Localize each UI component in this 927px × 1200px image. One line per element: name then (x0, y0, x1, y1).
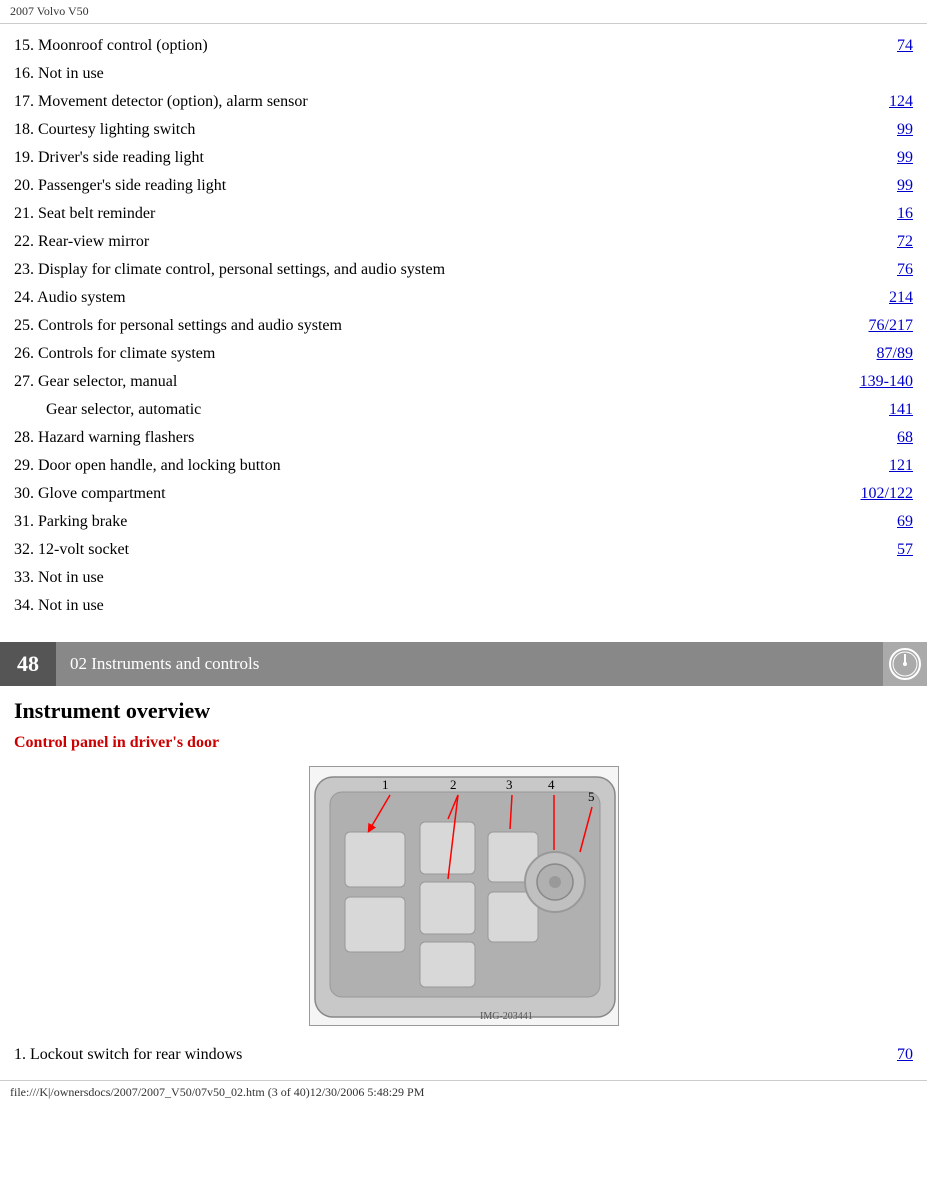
item-row: 24. Audio system214 (14, 284, 913, 312)
item-link[interactable]: 139-140 (860, 370, 913, 394)
section-label: 02 Instruments and controls (56, 654, 883, 674)
lockout-link[interactable]: 70 (897, 1046, 913, 1064)
item-label: Gear selector, automatic (46, 398, 889, 422)
item-link[interactable]: 74 (897, 34, 913, 58)
item-link[interactable]: 214 (889, 286, 913, 310)
item-row: 34. Not in use (14, 592, 913, 620)
item-row: 20. Passenger's side reading light99 (14, 172, 913, 200)
item-label: 22. Rear-view mirror (14, 230, 897, 254)
item-row: 22. Rear-view mirror72 (14, 228, 913, 256)
item-link[interactable]: 99 (897, 174, 913, 198)
item-label: 19. Driver's side reading light (14, 146, 897, 170)
item-link[interactable]: 121 (889, 454, 913, 478)
item-label: 31. Parking brake (14, 510, 897, 534)
file-path: file:///K|/ownersdocs/2007/2007_V50/07v5… (10, 1085, 424, 1099)
item-label: 34. Not in use (14, 594, 913, 618)
item-label: 24. Audio system (14, 286, 889, 310)
item-label: 18. Courtesy lighting switch (14, 118, 897, 142)
content-area: 15. Moonroof control (option)7416. Not i… (0, 24, 927, 624)
item-link[interactable]: 102/122 (861, 482, 913, 506)
items-list: 15. Moonroof control (option)7416. Not i… (14, 32, 913, 620)
item-row: 25. Controls for personal settings and a… (14, 312, 913, 340)
item-label: 25. Controls for personal settings and a… (14, 314, 869, 338)
item-link[interactable]: 99 (897, 146, 913, 170)
item-row: Gear selector, automatic141 (14, 396, 913, 424)
item-label: 20. Passenger's side reading light (14, 174, 897, 198)
svg-text:2: 2 (450, 777, 457, 792)
svg-text:3: 3 (506, 777, 513, 792)
item-row: 16. Not in use (14, 60, 913, 88)
item-row: 32. 12-volt socket57 (14, 536, 913, 564)
item-label: 21. Seat belt reminder (14, 202, 897, 226)
lockout-row: 1. Lockout switch for rear windows 70 (14, 1042, 913, 1068)
item-row: 21. Seat belt reminder16 (14, 200, 913, 228)
item-link[interactable]: 72 (897, 230, 913, 254)
door-panel-image: 1 2 3 4 5 IMG-203441 (309, 766, 619, 1026)
item-link[interactable]: 141 (889, 398, 913, 422)
item-link[interactable]: 69 (897, 510, 913, 534)
image-container: 1 2 3 4 5 IMG-203441 (14, 766, 913, 1026)
item-link[interactable]: 76 (897, 258, 913, 282)
item-label: 33. Not in use (14, 566, 913, 590)
item-label: 29. Door open handle, and locking button (14, 454, 889, 478)
lockout-label: 1. Lockout switch for rear windows (14, 1046, 897, 1064)
control-panel-label: Control panel in driver's door (14, 734, 913, 752)
svg-text:5: 5 (588, 789, 595, 804)
item-link[interactable]: 124 (889, 90, 913, 114)
item-label: 23. Display for climate control, persona… (14, 258, 897, 282)
item-row: 15. Moonroof control (option)74 (14, 32, 913, 60)
item-row: 30. Glove compartment102/122 (14, 480, 913, 508)
item-link[interactable]: 87/89 (877, 342, 913, 366)
item-label: 32. 12-volt socket (14, 538, 897, 562)
item-row: 23. Display for climate control, persona… (14, 256, 913, 284)
page-footer-bar: 48 02 Instruments and controls (0, 642, 927, 686)
item-row: 18. Courtesy lighting switch99 (14, 116, 913, 144)
item-link[interactable]: 99 (897, 118, 913, 142)
item-label: 30. Glove compartment (14, 482, 861, 506)
top-bar: 2007 Volvo V50 (0, 0, 927, 24)
item-link[interactable]: 76/217 (869, 314, 913, 338)
item-label: 28. Hazard warning flashers (14, 426, 897, 450)
item-row: 33. Not in use (14, 564, 913, 592)
item-row: 31. Parking brake69 (14, 508, 913, 536)
instrument-overview-heading: Instrument overview (14, 698, 913, 724)
gauge-icon (883, 642, 927, 686)
item-label: 15. Moonroof control (option) (14, 34, 897, 58)
item-link[interactable]: 16 (897, 202, 913, 226)
svg-text:IMG-203441: IMG-203441 (480, 1011, 533, 1022)
item-row: 17. Movement detector (option), alarm se… (14, 88, 913, 116)
item-label: 27. Gear selector, manual (14, 370, 860, 394)
page-number: 48 (0, 642, 56, 686)
item-row: 27. Gear selector, manual139-140 (14, 368, 913, 396)
svg-text:1: 1 (382, 777, 389, 792)
item-link[interactable]: 68 (897, 426, 913, 450)
item-label: 17. Movement detector (option), alarm se… (14, 90, 889, 114)
bottom-file-bar: file:///K|/ownersdocs/2007/2007_V50/07v5… (0, 1080, 927, 1104)
item-label: 26. Controls for climate system (14, 342, 877, 366)
item-label: 16. Not in use (14, 62, 913, 86)
item-row: 28. Hazard warning flashers68 (14, 424, 913, 452)
top-bar-title: 2007 Volvo V50 (10, 4, 89, 18)
item-link[interactable]: 57 (897, 538, 913, 562)
instrument-overview: Instrument overview Control panel in dri… (0, 686, 927, 1072)
item-row: 19. Driver's side reading light99 (14, 144, 913, 172)
svg-text:4: 4 (548, 777, 555, 792)
item-row: 29. Door open handle, and locking button… (14, 452, 913, 480)
item-row: 26. Controls for climate system87/89 (14, 340, 913, 368)
